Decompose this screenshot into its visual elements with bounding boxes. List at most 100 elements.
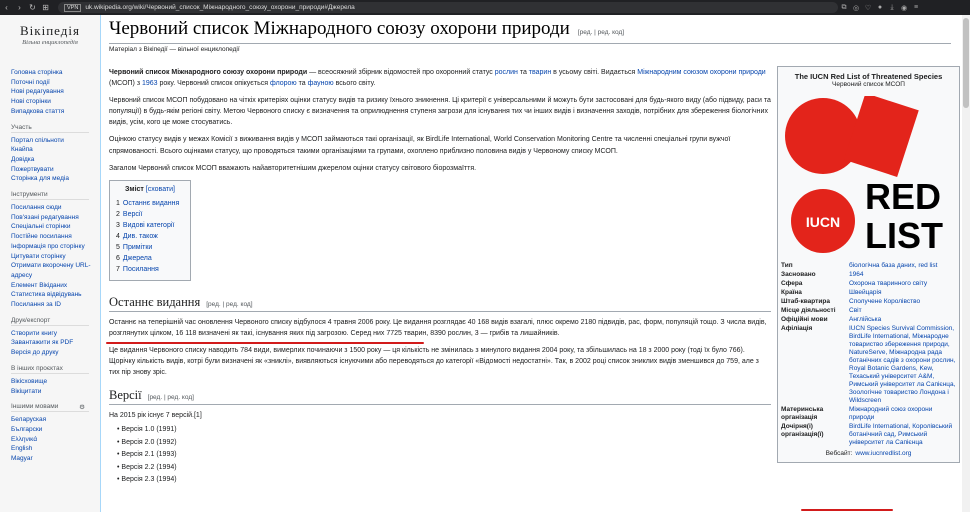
sidebar-project-link[interactable]: Вікіцитати: [11, 387, 100, 397]
sidebar-tool-link[interactable]: Спеціальні сторінки: [11, 222, 100, 232]
sidebar-tool-link[interactable]: Елемент Вікіданих: [11, 281, 100, 291]
sidebar-project-link[interactable]: Вікісховище: [11, 377, 100, 387]
sidebar-nav-link[interactable]: Нові редагування: [11, 87, 100, 97]
sidebar-tool-link[interactable]: Пов'язані редагування: [11, 213, 100, 223]
vpn-badge[interactable]: VPN: [64, 3, 82, 12]
sidebar-tool-link[interactable]: Посилання сюди: [11, 203, 100, 213]
sidebar-participation-link[interactable]: Довідка: [11, 155, 100, 165]
section-heading-versions: Версії [ред. | ред. код]: [109, 388, 771, 406]
section-edit-link[interactable]: [ред. | ред. код]: [148, 394, 194, 401]
toc-item[interactable]: 2 Версії: [116, 209, 184, 220]
heart-icon[interactable]: ♡: [862, 4, 874, 12]
sidebar-tool-link[interactable]: Отримати вкорочену URL-адресу: [11, 261, 100, 280]
toc-item[interactable]: 7 Посилання: [116, 264, 184, 275]
reload-icon[interactable]: ↻: [26, 3, 39, 12]
profile-icon[interactable]: ◉: [898, 4, 910, 12]
gear-icon[interactable]: ⚙: [79, 403, 85, 411]
infobox-value[interactable]: Міжнародний союз охорони природи: [849, 406, 956, 422]
toc-hide-link[interactable]: [сховати]: [146, 186, 175, 193]
menu-icon[interactable]: ≡: [910, 4, 922, 11]
scrollbar-thumb[interactable]: [963, 18, 969, 108]
toc-label: Версії: [122, 210, 143, 218]
sidebar-tool-link[interactable]: Постійне посилання: [11, 232, 100, 242]
title-edit-link[interactable]: [ред. | ред. код]: [578, 29, 624, 36]
infobox-value[interactable]: BirdLife International, Королівський бот…: [849, 423, 956, 447]
text-span: в усьому світі. Видається: [551, 69, 638, 76]
sidebar-language-link[interactable]: Ελληνικά: [11, 435, 100, 445]
infobox-value[interactable]: Англійська: [849, 316, 956, 324]
toc-item[interactable]: 6 Джерела: [116, 253, 184, 264]
sidebar-participation-link[interactable]: Портал спільноти: [11, 136, 100, 146]
sidebar-tool-link[interactable]: Посилання за ID: [11, 300, 100, 310]
version-item: Версія 2.3 (1994): [117, 474, 771, 487]
link-plants[interactable]: рослин: [495, 69, 518, 76]
paragraph: Червоний список МСОП побудовано на чіткі…: [109, 97, 771, 127]
infobox-value[interactable]: Сполучене Королівство: [849, 298, 956, 306]
sidebar-tool-link[interactable]: Статистика відвідувань: [11, 290, 100, 300]
toc-number: 7: [116, 265, 120, 273]
paragraph: Загалом Червоний список МСОП вважають на…: [109, 164, 477, 172]
site-sub: Матеріал з Вікіпедії — вільної енциклопе…: [109, 46, 240, 53]
sidebar-heading: Друк/експорт: [11, 317, 89, 326]
toc-label: Джерела: [122, 254, 152, 262]
grid-icon[interactable]: ⊞: [39, 3, 52, 12]
infobox-title: The IUCN Red List of Threatened Species: [794, 72, 943, 81]
link-iucn[interactable]: Міжнародним союзом охорони природи: [637, 69, 765, 76]
sidebar-language-link[interactable]: English: [11, 444, 100, 454]
version-item: Версія 2.1 (1993): [117, 449, 771, 462]
back-icon[interactable]: ‹: [0, 3, 13, 12]
link-animals[interactable]: тварин: [529, 69, 551, 76]
link-flora[interactable]: флорою: [270, 80, 297, 87]
forward-icon[interactable]: ›: [13, 3, 26, 12]
sidebar-nav-link[interactable]: Головна сторінка: [11, 68, 100, 78]
infobox-value[interactable]: IUCN Species Survival Commission, BirdLi…: [849, 325, 956, 405]
sidebar-tool-link[interactable]: Інформація про сторінку: [11, 242, 100, 252]
infobox-value[interactable]: Швейцарія: [849, 289, 956, 297]
sidebar-heading: В інших проєктах: [11, 365, 89, 374]
scrollbar[interactable]: [962, 15, 970, 512]
toc-item[interactable]: 3 Видові категорії: [116, 220, 184, 231]
wikipedia-logo[interactable]: Вікіпедія Вільна енциклопедія: [0, 23, 100, 46]
section-edit-link[interactable]: [ред. | ред. код]: [206, 301, 252, 308]
iucn-red-list-logo: IUCN RED LIST: [785, 93, 943, 256]
download-icon[interactable]: ⤓: [886, 4, 898, 12]
red-underline-annotation: [801, 509, 893, 511]
sidebar-tool-link[interactable]: Цитувати сторінку: [11, 252, 100, 262]
sidebar-language-link[interactable]: Беларуская: [11, 415, 100, 425]
toc-number: 3: [116, 221, 120, 229]
infobox-value[interactable]: 1964: [849, 271, 956, 279]
infobox-value[interactable]: Охорона тваринного світу: [849, 280, 956, 288]
sidebar-participation: Участь Портал спільноти Кнайпа Довідка Пожер…: [0, 124, 100, 185]
toc-item[interactable]: 5 Примітки: [116, 242, 184, 253]
sidebar-print-link[interactable]: Версія до друку: [11, 348, 100, 358]
sidebar-nav-link[interactable]: Поточні події: [11, 78, 100, 88]
browser-toolbar: ‹ › ↻ ⊞ VPN uk.wikipedia.org/wiki/Червон…: [0, 0, 970, 15]
version-item: Версія 1.0 (1991): [117, 424, 771, 437]
sidebar-language-link[interactable]: Български: [11, 425, 100, 435]
sidebar-language-link[interactable]: Magyar: [11, 454, 100, 464]
toc-item[interactable]: 4 Див. також: [116, 231, 184, 242]
infobox-value[interactable]: Світ: [849, 307, 956, 315]
shield-icon[interactable]: ●: [874, 4, 886, 11]
website-link[interactable]: www.iucnredlist.org: [855, 450, 911, 458]
extension-icon[interactable]: ⧉: [838, 4, 850, 12]
sidebar-print-link[interactable]: Створити книгу: [11, 329, 100, 339]
sidebar-nav-link[interactable]: Випадкова стаття: [11, 107, 100, 117]
sidebar-participation-link[interactable]: Пожертвувати: [11, 165, 100, 175]
main-content: Червоний список Міжнародного союзу охоро…: [100, 15, 962, 512]
infobox-value[interactable]: біологічна база даних, red list: [849, 262, 956, 270]
infobox: The IUCN Red List of Threatened Species …: [777, 66, 960, 463]
sidebar-participation-link[interactable]: Сторінка для медіа: [11, 174, 100, 184]
sidebar-nav-link[interactable]: Нові сторінки: [11, 97, 100, 107]
sidebar-print-link[interactable]: Завантажити як PDF: [11, 338, 100, 348]
link-fauna[interactable]: фауною: [308, 80, 334, 87]
sidebar-participation-link[interactable]: Кнайпа: [11, 145, 100, 155]
infobox-key: Афіліація: [781, 325, 813, 332]
camera-icon[interactable]: ◎: [850, 4, 862, 12]
link-year-1963[interactable]: 1963: [142, 80, 158, 87]
infobox-row: Місце діяльності Світ: [781, 307, 956, 315]
address-bar[interactable]: VPN uk.wikipedia.org/wiki/Червоний_списо…: [58, 2, 838, 13]
url-text[interactable]: uk.wikipedia.org/wiki/Червоний_список_Мі…: [85, 4, 355, 11]
toc-item[interactable]: 1 Останнє видання: [116, 198, 184, 209]
version-item: Версія 2.0 (1992): [117, 437, 771, 450]
